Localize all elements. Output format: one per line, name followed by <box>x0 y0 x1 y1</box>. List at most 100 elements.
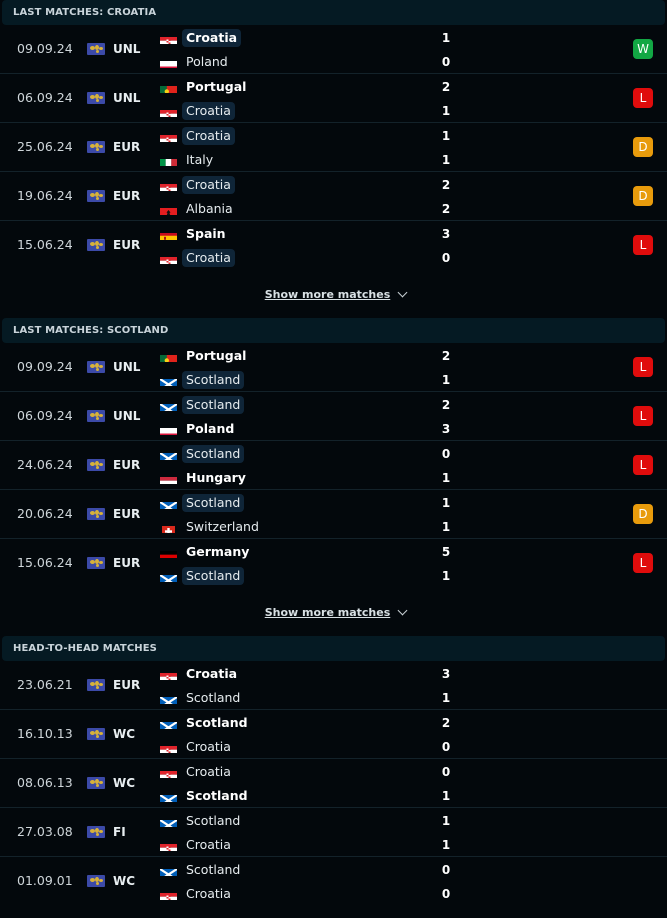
away-team[interactable]: Croatia <box>160 884 235 904</box>
competition-code[interactable]: WC <box>113 710 135 758</box>
away-team[interactable]: Scotland <box>160 688 244 708</box>
home-team[interactable]: Portugal <box>160 346 250 366</box>
team-name[interactable]: Croatia <box>182 738 235 756</box>
competition-code[interactable]: UNL <box>113 74 140 122</box>
home-team[interactable]: Scotland <box>160 493 245 513</box>
competition-code[interactable]: FI <box>113 808 126 856</box>
match-row[interactable]: 09.09.24 UNL Portugal Scotland 2 1 L <box>0 343 667 392</box>
away-team[interactable]: Italy <box>160 150 217 170</box>
team-name[interactable]: Scotland <box>182 861 244 879</box>
competition-code[interactable]: EUR <box>113 539 140 587</box>
home-team[interactable]: Croatia <box>160 28 242 48</box>
match-row[interactable]: 15.06.24 EUR Spain Croatia 3 0 L <box>0 221 667 270</box>
team-name[interactable]: Scotland <box>182 396 245 414</box>
team-name[interactable]: Scotland <box>182 371 245 389</box>
home-team[interactable]: Scotland <box>160 713 252 733</box>
team-name[interactable]: Poland <box>182 53 232 71</box>
show-more-label[interactable]: Show more matches <box>265 288 391 301</box>
competition-code[interactable]: WC <box>113 759 135 807</box>
away-team[interactable]: Switzerland <box>160 517 263 537</box>
match-row[interactable]: 01.09.01 WC Scotland Croatia 0 0 <box>0 857 667 906</box>
match-row[interactable]: 06.09.24 UNL Scotland Poland 2 3 L <box>0 392 667 441</box>
away-team[interactable]: Croatia <box>160 101 235 121</box>
match-row[interactable]: 27.03.08 FI Scotland Croatia 1 1 <box>0 808 667 857</box>
team-name[interactable]: Portugal <box>182 78 250 96</box>
home-team[interactable]: Scotland <box>160 395 245 415</box>
away-team[interactable]: Hungary <box>160 468 250 488</box>
match-row[interactable]: 25.06.24 EUR Croatia Italy 1 1 D <box>0 123 667 172</box>
competition-globe-icon <box>87 141 105 153</box>
home-team[interactable]: Scotland <box>160 860 244 880</box>
team-name[interactable]: Portugal <box>182 347 250 365</box>
match-row[interactable]: 06.09.24 UNL Portugal Croatia 2 1 L <box>0 74 667 123</box>
team-name[interactable]: Scotland <box>182 689 244 707</box>
home-team[interactable]: Croatia <box>160 664 241 684</box>
team-name[interactable]: Scotland <box>182 445 245 463</box>
home-team[interactable]: Spain <box>160 224 230 244</box>
show-more-matches-button[interactable]: Show more matches <box>0 588 667 636</box>
home-team[interactable]: Croatia <box>160 762 235 782</box>
home-score: 0 <box>441 863 451 877</box>
competition-code[interactable]: WC <box>113 857 135 905</box>
team-name[interactable]: Switzerland <box>182 518 263 536</box>
team-name[interactable]: Scotland <box>182 812 244 830</box>
away-team[interactable]: Scotland <box>160 370 245 390</box>
team-name[interactable]: Scotland <box>182 494 245 512</box>
show-more-matches-button[interactable]: Show more matches <box>0 270 667 318</box>
match-row[interactable]: 19.06.24 EUR Croatia Albania 2 2 D <box>0 172 667 221</box>
home-team[interactable]: Scotland <box>160 444 245 464</box>
match-row[interactable]: 08.06.13 WC Croatia Scotland 0 1 <box>0 759 667 808</box>
away-team[interactable]: Poland <box>160 52 232 72</box>
team-name[interactable]: Scotland <box>182 714 252 732</box>
away-team[interactable]: Scotland <box>160 566 245 586</box>
match-row[interactable]: 20.06.24 EUR Scotland Switzerland 1 1 D <box>0 490 667 539</box>
team-name[interactable]: Croatia <box>182 249 235 267</box>
result-badge: L <box>633 235 653 255</box>
team-name[interactable]: Spain <box>182 225 230 243</box>
team-name[interactable]: Scotland <box>182 787 252 805</box>
match-row[interactable]: 23.06.21 EUR Croatia Scotland 3 1 <box>0 661 667 710</box>
competition-code[interactable]: EUR <box>113 441 140 489</box>
team-name[interactable]: Croatia <box>182 29 242 47</box>
team-name[interactable]: Croatia <box>182 127 235 145</box>
team-name[interactable]: Italy <box>182 151 217 169</box>
away-team[interactable]: Scotland <box>160 786 252 806</box>
competition-code[interactable]: EUR <box>113 221 140 269</box>
home-team[interactable]: Croatia <box>160 175 235 195</box>
show-more-label[interactable]: Show more matches <box>265 606 391 619</box>
match-row[interactable]: 16.10.13 WC Scotland Croatia 2 0 <box>0 710 667 759</box>
away-team[interactable]: Croatia <box>160 835 235 855</box>
croatia-flag-icon <box>160 840 177 851</box>
team-name[interactable]: Croatia <box>182 836 235 854</box>
away-team[interactable]: Poland <box>160 419 238 439</box>
team-name[interactable]: Albania <box>182 200 237 218</box>
team-name[interactable]: Croatia <box>182 102 235 120</box>
competition-code[interactable]: EUR <box>113 490 140 538</box>
team-name[interactable]: Scotland <box>182 567 245 585</box>
team-name[interactable]: Croatia <box>182 176 235 194</box>
home-team[interactable]: Scotland <box>160 811 244 831</box>
competition-code[interactable]: EUR <box>113 172 140 220</box>
home-team[interactable]: Portugal <box>160 77 250 97</box>
competition-code[interactable]: EUR <box>113 661 140 709</box>
match-row[interactable]: 09.09.24 UNL Croatia Poland 1 0 W <box>0 25 667 74</box>
competition-code[interactable]: UNL <box>113 25 140 73</box>
match-row[interactable]: 15.06.24 EUR Germany Scotland 5 1 L <box>0 539 667 588</box>
home-team[interactable]: Croatia <box>160 126 235 146</box>
match-row[interactable]: 24.06.24 EUR Scotland Hungary 0 1 L <box>0 441 667 490</box>
team-name[interactable]: Poland <box>182 420 238 438</box>
portugal-flag-icon <box>160 82 177 93</box>
away-team[interactable]: Croatia <box>160 737 235 757</box>
team-name[interactable]: Hungary <box>182 469 250 487</box>
away-team[interactable]: Croatia <box>160 248 235 268</box>
competition-code[interactable]: EUR <box>113 123 140 171</box>
team-name[interactable]: Croatia <box>182 763 235 781</box>
competition-code[interactable]: UNL <box>113 343 140 391</box>
away-team[interactable]: Albania <box>160 199 237 219</box>
team-name[interactable]: Germany <box>182 543 253 561</box>
team-name[interactable]: Croatia <box>182 885 235 903</box>
competition-code[interactable]: UNL <box>113 392 140 440</box>
away-score: 0 <box>441 740 451 754</box>
team-name[interactable]: Croatia <box>182 665 241 683</box>
home-team[interactable]: Germany <box>160 542 253 562</box>
